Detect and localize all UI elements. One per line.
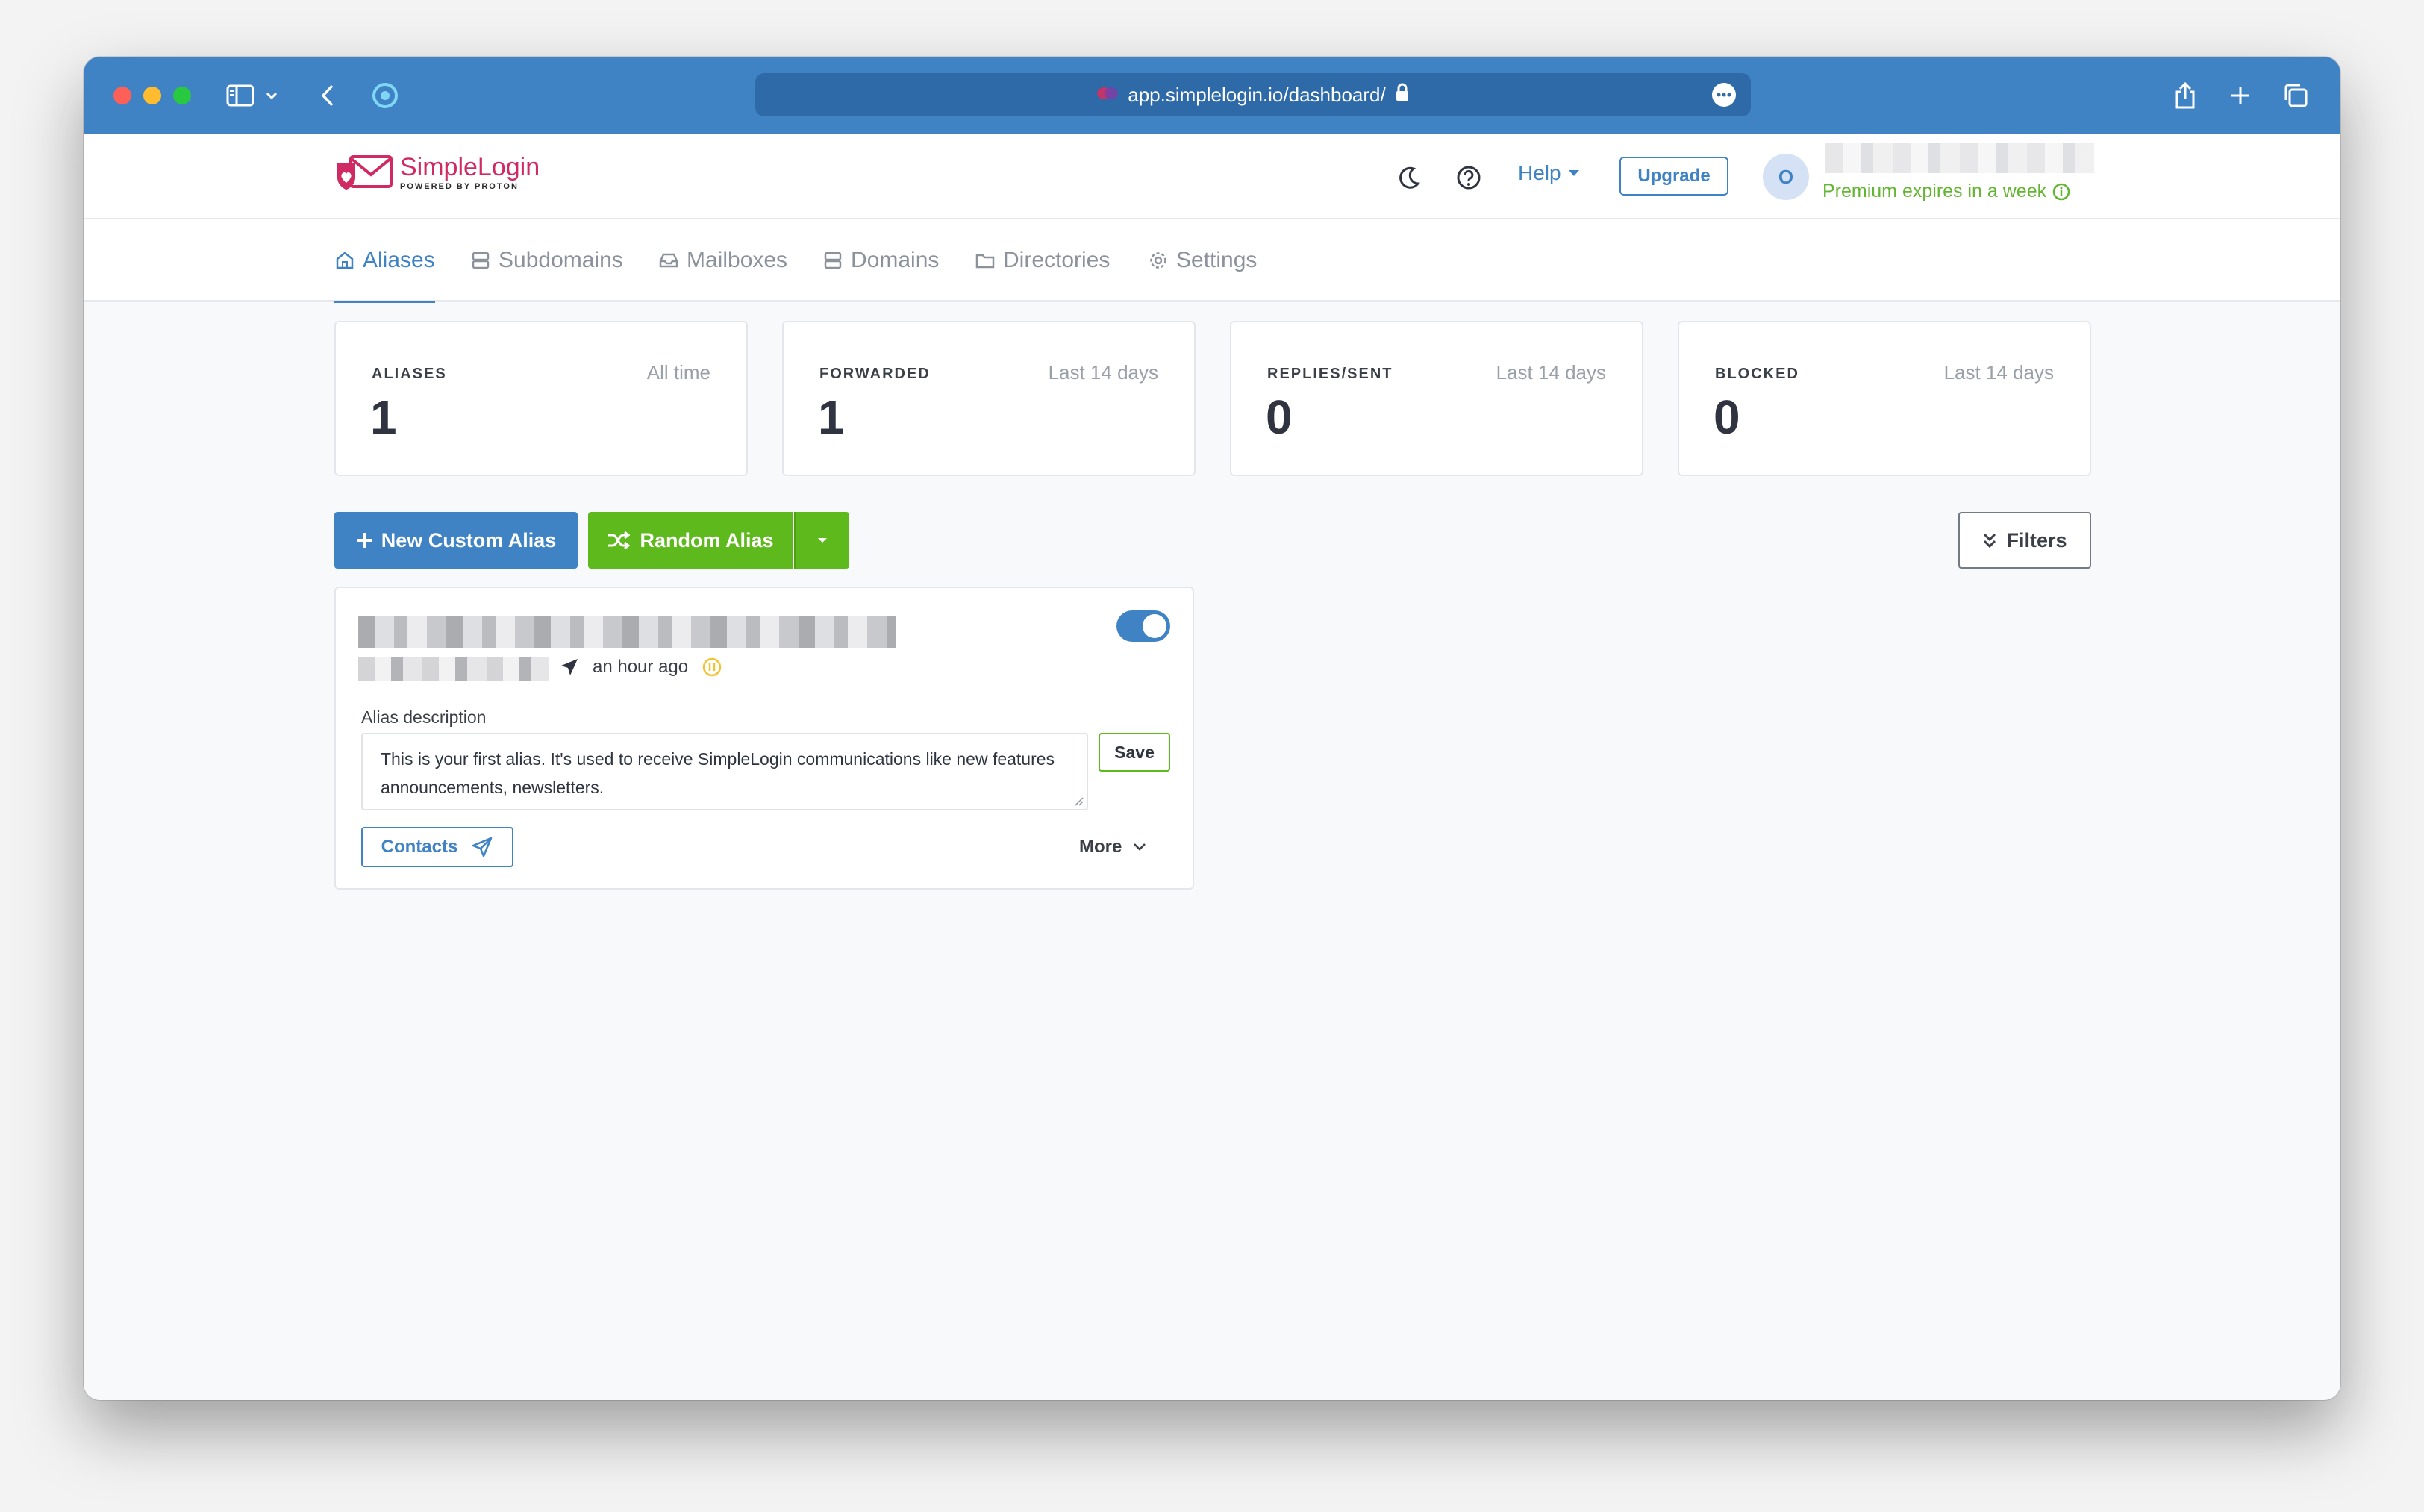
tabs-overview-icon[interactable] [2281, 78, 2311, 113]
caret-down-icon [818, 538, 827, 543]
folder-icon [975, 254, 995, 269]
stat-label: FORWARDED [819, 366, 931, 382]
app-header: SimpleLogin POWERED BY PROTON Help Upgra… [84, 134, 2340, 219]
alias-enabled-toggle[interactable] [1116, 610, 1170, 642]
gear-icon [1150, 252, 1166, 269]
chevron-down-icon[interactable] [263, 78, 281, 113]
tab-aliases[interactable]: Aliases [334, 219, 435, 303]
plus-icon [357, 533, 372, 548]
tab-subdomains[interactable]: Subdomains [470, 219, 623, 302]
help-menu[interactable]: Help [1518, 161, 1581, 185]
stat-card-aliases: ALIASES All time 1 [334, 321, 748, 476]
new-tab-icon[interactable] [2225, 78, 2255, 113]
alias-card: an hour ago Alias description This is yo… [334, 587, 1194, 890]
premium-text: Premium expires in a week [1822, 181, 2047, 202]
stat-value: 1 [370, 390, 397, 444]
caret-down-icon [1568, 170, 1579, 176]
info-circle-icon[interactable] [2052, 183, 2070, 201]
address-bar[interactable]: app.simplelogin.io/dashboard/ [755, 73, 1751, 116]
stat-card-replies-sent: REPLIES/SENT Last 14 days 0 [1230, 321, 1643, 476]
privacy-report-icon[interactable] [369, 78, 402, 113]
stat-label: BLOCKED [1715, 366, 1799, 382]
paper-plane-icon [561, 659, 578, 675]
inbox-icon [659, 253, 678, 268]
stat-period: Last 14 days [1943, 361, 2054, 384]
minimize-window-button[interactable] [143, 87, 161, 104]
browser-toolbar: app.simplelogin.io/dashboard/ [84, 57, 2340, 134]
stat-card-forwarded: FORWARDED Last 14 days 1 [782, 321, 1196, 476]
tab-domains[interactable]: Domains [822, 219, 939, 302]
server-icon [824, 252, 842, 269]
alias-description-label: Alias description [361, 707, 487, 727]
redacted-user-email [1825, 143, 2094, 173]
save-description-button[interactable]: Save [1099, 733, 1170, 772]
moon-icon[interactable] [1396, 164, 1422, 191]
resize-handle-icon[interactable] [1073, 796, 1084, 806]
filters-button[interactable]: Filters [1958, 512, 2091, 569]
stat-card-blocked: BLOCKED Last 14 days 0 [1678, 321, 2091, 476]
redacted-mailbox [358, 657, 549, 681]
brand-name: SimpleLogin [400, 153, 540, 181]
more-icon[interactable] [1712, 83, 1736, 107]
sidebar-icon[interactable] [224, 78, 257, 113]
stat-value: 0 [1266, 390, 1293, 444]
back-icon[interactable] [316, 78, 339, 113]
alias-description-input[interactable]: This is your first alias. It's used to r… [361, 733, 1088, 810]
close-window-button[interactable] [113, 87, 131, 104]
pause-circle-icon[interactable] [702, 657, 722, 678]
home-icon [336, 252, 354, 269]
random-alias-button[interactable]: Random Alias [588, 512, 793, 569]
stat-period: Last 14 days [1496, 361, 1606, 384]
shuffle-icon [608, 531, 631, 550]
lock-icon [1395, 83, 1410, 107]
alias-activity: an hour ago [560, 657, 722, 678]
avatar[interactable]: O [1763, 154, 1809, 200]
tab-directories[interactable]: Directories [975, 219, 1110, 302]
alias-time-ago: an hour ago [593, 657, 689, 677]
upgrade-button[interactable]: Upgrade [1619, 157, 1728, 196]
site-favicon-icon [1096, 84, 1119, 107]
server-icon [472, 252, 490, 269]
contacts-button[interactable]: Contacts [361, 827, 513, 867]
zoom-window-button[interactable] [173, 87, 191, 104]
random-alias-dropdown-button[interactable] [794, 512, 849, 569]
more-button[interactable]: More [1079, 830, 1147, 864]
tab-settings[interactable]: Settings [1148, 219, 1257, 302]
stat-period: Last 14 days [1048, 361, 1158, 384]
stat-value: 0 [1714, 390, 1740, 444]
brand-tagline: POWERED BY PROTON [400, 182, 519, 191]
help-label: Help [1518, 161, 1561, 184]
url-text: app.simplelogin.io/dashboard/ [1128, 83, 1386, 106]
redacted-alias-email [358, 616, 896, 648]
new-custom-alias-button[interactable]: New Custom Alias [334, 512, 578, 569]
share-icon[interactable] [2170, 78, 2200, 113]
browser-window: app.simplelogin.io/dashboard/ SimpleLogi… [84, 57, 2340, 1400]
brand-logo[interactable]: SimpleLogin POWERED BY PROTON [334, 152, 540, 193]
stat-label: REPLIES/SENT [1267, 366, 1393, 382]
send-icon [472, 837, 493, 857]
chevrons-down-icon [1984, 533, 1996, 549]
stat-period: All time [646, 361, 710, 384]
main-nav: Aliases Subdomains Mailboxes Domains Dir… [84, 219, 2340, 303]
stat-label: ALIASES [372, 366, 447, 382]
question-circle-icon[interactable] [1455, 164, 1482, 191]
tab-mailboxes[interactable]: Mailboxes [658, 219, 787, 302]
stat-value: 1 [818, 390, 845, 444]
logo-envelope-icon [337, 155, 393, 190]
chevron-down-icon [1134, 843, 1146, 851]
premium-status: Premium expires in a week [1822, 181, 2070, 202]
